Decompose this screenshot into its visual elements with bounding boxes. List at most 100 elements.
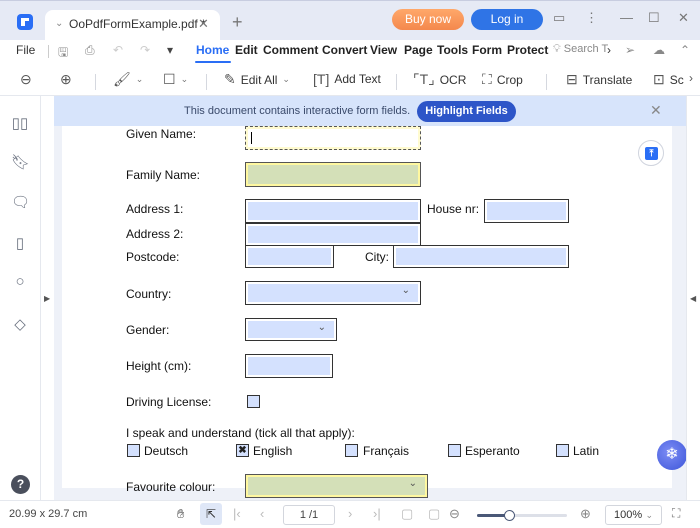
layers-icon[interactable]: ◇ (11, 315, 29, 333)
previous-page-icon[interactable]: ‹ (260, 506, 264, 521)
given-name-field[interactable] (245, 126, 421, 150)
search-tools[interactable]: 💡︎ Search T (553, 43, 608, 56)
zoom-in-icon: ⊕ (60, 71, 72, 87)
add-text-label: Add Text (334, 72, 381, 86)
expand-right-arrow-icon[interactable]: ▶ (44, 294, 50, 303)
ai-assistant-icon[interactable]: ❄ (657, 440, 686, 470)
menu-comment[interactable]: Comment (263, 43, 318, 57)
minimize-icon[interactable]: — (620, 10, 633, 25)
zoom-in-button[interactable]: ⊕ (60, 71, 72, 88)
country-dropdown[interactable]: ⌄ (245, 281, 421, 305)
last-page-icon[interactable]: ›| (373, 506, 381, 521)
english-checkbox[interactable]: ✖ (236, 444, 249, 457)
highlight-fields-button[interactable]: Highlight Fields (417, 101, 516, 122)
screenshot-button[interactable]: ⊡ Sc (653, 71, 684, 88)
select-tool-icon[interactable]: ⇱ (200, 503, 222, 525)
add-text-button[interactable]: [T] Add Text (313, 71, 381, 87)
menu-view[interactable]: View (370, 43, 397, 57)
house-nr-field[interactable] (484, 199, 569, 223)
search-icon[interactable]: ○ (11, 273, 29, 291)
lightbulb-icon: 💡︎ (553, 43, 561, 55)
edit-all-button[interactable]: ✎ Edit All ⌄ (224, 71, 290, 88)
tab-menu-chevron-icon[interactable]: ⌄ (55, 18, 63, 29)
attachment-icon[interactable]: ▯ (11, 234, 29, 252)
esperanto-label: Esperanto (465, 444, 520, 458)
family-name-field[interactable] (245, 162, 421, 187)
height-field[interactable] (245, 354, 333, 378)
fullscreen-icon[interactable]: ⛶ (672, 506, 680, 521)
expand-left-arrow-icon[interactable]: ◀ (690, 294, 696, 303)
more-menu-chevron-icon[interactable]: › (607, 43, 611, 57)
menu-convert[interactable]: Convert (322, 43, 367, 57)
thumbnails-icon[interactable]: ▯▯ (11, 114, 29, 132)
close-window-icon[interactable]: ✕ (678, 10, 689, 26)
maximize-icon[interactable]: ☐ (648, 10, 660, 26)
menu-edit[interactable]: Edit (235, 43, 258, 57)
ocr-button[interactable]: ⌜T⌟ OCR (413, 71, 466, 88)
esperanto-checkbox[interactable] (448, 444, 461, 457)
bookmark-icon[interactable]: 🔖︎ (11, 153, 30, 171)
francais-checkbox[interactable] (345, 444, 358, 457)
address1-field[interactable] (245, 199, 421, 223)
save-icon[interactable]: 🖫 (58, 43, 68, 64)
menu-tools[interactable]: Tools (437, 43, 468, 57)
highlight-tool-button[interactable]: 🖌︎ ⌄ (113, 71, 143, 88)
rectangle-icon: ☐ (163, 71, 176, 87)
address2-field[interactable] (245, 223, 421, 246)
customize-toolbar-icon[interactable]: ▾ (167, 43, 173, 57)
favourite-colour-dropdown[interactable]: ⌄ (245, 474, 428, 498)
help-icon[interactable]: ? (11, 475, 30, 494)
gender-dropdown[interactable]: ⌄ (245, 318, 337, 341)
toolbar-more-chevron-icon[interactable]: › (689, 71, 693, 85)
zoom-slider[interactable] (477, 510, 567, 521)
menu-page[interactable]: Page (404, 43, 433, 57)
left-sidebar: ▯▯ 🔖︎ 🗨︎ ▯ ○ ◇ (0, 96, 41, 500)
cloud-upload-icon[interactable]: ☁ (653, 43, 665, 57)
menu-protect[interactable]: Protect (507, 43, 548, 57)
menu-form[interactable]: Form (472, 43, 502, 57)
undo-icon[interactable]: ↶ (113, 43, 123, 57)
postcode-field[interactable] (245, 245, 334, 268)
left-panel-toggle[interactable]: ▶ (41, 96, 54, 500)
share-icon[interactable]: ➢ (625, 43, 635, 57)
print-icon[interactable]: ⎙ (85, 43, 95, 58)
crop-button[interactable]: ⛶ Crop (482, 71, 523, 88)
city-field[interactable] (393, 245, 569, 268)
chevron-down-icon: ⌄ (401, 285, 410, 296)
feedback-icon[interactable]: ▭ (553, 10, 565, 26)
log-in-button[interactable]: Log in (471, 9, 543, 30)
driving-license-checkbox[interactable] (247, 395, 260, 408)
upload-button[interactable]: ⤒ (638, 140, 664, 166)
next-page-icon[interactable]: › (348, 506, 352, 521)
chevron-down-icon: ⌄ (645, 510, 653, 520)
zoom-out-button[interactable]: ⊖ (20, 71, 32, 88)
tab-close-icon[interactable]: ✕ (198, 16, 209, 32)
page-number-input[interactable]: 1 /1 (283, 505, 335, 525)
collapse-ribbon-icon[interactable]: ⌃ (680, 43, 690, 57)
shape-tool-button[interactable]: ☐ ⌄ (163, 71, 188, 88)
new-tab-icon[interactable]: + (232, 12, 243, 33)
menu-home[interactable]: Home (196, 43, 229, 57)
rotate-left-page-icon[interactable]: ▢ (401, 506, 413, 522)
status-zoom-out-icon[interactable]: ⊖ (449, 506, 460, 522)
page-size: 20.99 x 29.7 cm (9, 508, 88, 520)
banner-close-icon[interactable]: ✕ (650, 102, 662, 119)
more-options-icon[interactable]: ⋮ (585, 10, 598, 26)
first-page-icon[interactable]: |‹ (233, 506, 241, 521)
redo-icon[interactable]: ↷ (140, 43, 150, 57)
search-tools-placeholder: Search T (563, 43, 609, 55)
right-panel-toggle[interactable]: ◀ (686, 96, 700, 500)
banner-message: This document contains interactive form … (184, 105, 411, 117)
zoom-level-dropdown[interactable]: 100% ⌄ (605, 505, 662, 525)
deutsch-checkbox[interactable] (127, 444, 140, 457)
comment-icon[interactable]: 🗨︎ (11, 193, 30, 211)
buy-now-button[interactable]: Buy now (392, 9, 464, 30)
latin-checkbox[interactable] (556, 444, 569, 457)
rotate-right-page-icon[interactable]: ▢ (428, 506, 440, 522)
hand-tool-icon[interactable]: ✋︎ (177, 506, 184, 522)
zoom-slider-handle[interactable] (504, 510, 516, 521)
status-zoom-in-icon[interactable]: ⊕ (580, 506, 591, 522)
document-tab[interactable]: ⌄ OoPdfFormExample.pdf * ✕ (45, 10, 220, 41)
translate-button[interactable]: ⊟ Translate (566, 71, 632, 88)
file-menu[interactable]: File (16, 43, 35, 57)
